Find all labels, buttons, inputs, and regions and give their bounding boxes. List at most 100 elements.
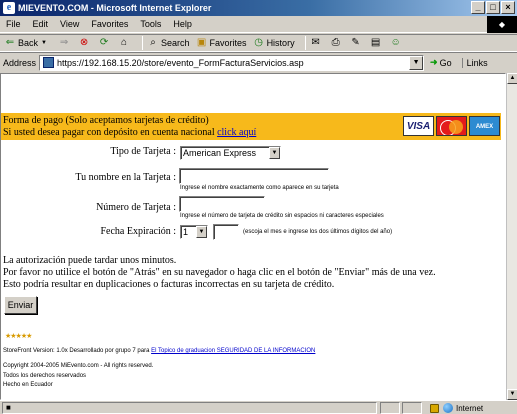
mail-icon: ✉ [311,37,320,48]
back-label: Back [18,38,39,48]
card-type-label: Tipo de Tarjeta : [110,146,176,157]
stop-button[interactable]: ⊗ [78,37,92,49]
back-arrow-icon: ⇐ [5,37,15,48]
favorites-button[interactable]: ▣ Favorites [196,37,247,49]
amex-logo: AMEX [469,116,500,136]
back-button-warning: Por favor no utilice el botón de "Atrás"… [3,267,436,278]
page-icon [43,57,55,68]
favorites-icon: ▣ [196,37,207,48]
made-in-text: Hecho en Ecuador [3,382,53,388]
minimize-button[interactable]: _ [471,1,485,14]
menu-view[interactable]: View [54,19,85,29]
home-button[interactable]: ⌂ [118,37,132,49]
authorization-note: La autorización puede tardar unos minuto… [3,255,177,266]
card-number-hint: Ingrese el número de tarjeta de crédito … [180,213,384,219]
toolbar-separator [142,36,144,50]
address-bar: Address https://192.168.15.20/store/even… [0,52,517,72]
stop-icon: ⊗ [79,37,89,48]
address-url: https://192.168.15.20/store/evento_FormF… [57,57,304,68]
back-button[interactable]: ⇐ Back ▼ [4,37,52,49]
history-label: History [266,38,295,48]
status-cell [402,402,422,414]
scroll-up-icon[interactable]: ▲ [507,73,517,84]
search-icon: ⌕ [150,37,156,48]
go-arrow-icon: ➜ [430,57,438,67]
forward-arrow-icon: ⇒ [59,37,69,48]
vertical-scrollbar[interactable]: ▲ ▼ [506,73,517,400]
page-content: Forma de pago (Solo aceptamos tarjetas d… [0,73,506,400]
refresh-icon: ⟳ [99,37,109,48]
search-button[interactable]: ⌕ Search [147,37,189,49]
discuss-button[interactable]: ▤ [370,37,384,49]
history-icon: ◷ [254,37,263,48]
go-label: Go [439,57,452,68]
visa-logo: VISA [403,116,434,136]
copyright-text: Copyright 2004-2005 MiEvento.com - All r… [3,363,154,369]
toolbar-separator [304,36,306,50]
forward-button[interactable]: ⇒ [58,37,72,49]
internet-globe-icon [443,403,453,413]
page-done-icon: ■ [6,403,11,412]
lock-icon [430,403,439,413]
favorites-label: Favorites [209,38,247,48]
title-bar: e MIEVENTO.COM - Microsoft Internet Expl… [0,0,517,16]
toolbar: ⇐ Back ▼ ⇒ ⊗ ⟳ ⌂ ⌕ Search ▣ Favorites ◷ … [0,34,517,52]
print-icon: ⎙ [331,37,340,48]
expiry-hint: (escoja el mes e ingrese los dos últimos… [243,229,393,235]
scroll-down-icon[interactable]: ▼ [507,389,517,400]
visa-logo-text: VISA [406,121,431,132]
expiry-month-select[interactable]: 1 ▼ [180,225,208,239]
maximize-button[interactable]: □ [486,1,500,14]
card-logos: VISA AMEX [403,116,500,136]
edit-button[interactable]: ✎ [350,37,364,49]
expiry-month-value: 1 [183,227,189,237]
rating-stars: ★★★★★ [5,333,32,340]
rights-text: Todos los derechos reservados [3,373,87,379]
discuss-icon: ▤ [370,37,381,48]
status-bar: ■ Internet [0,400,517,414]
address-dropdown-icon[interactable]: ▼ [409,55,424,70]
duplicate-warning: Esto podría resultar en duplicaciones o … [3,279,335,290]
zone-label: Internet [456,403,484,413]
history-button[interactable]: ◷ History [253,37,295,49]
payment-deposit-line: Si usted desea pagar con depósito en cue… [3,127,256,138]
menu-favorites[interactable]: Favorites [85,19,134,29]
messenger-button[interactable]: ☺ [390,37,404,49]
refresh-button[interactable]: ⟳ [98,37,112,49]
windows-logo-icon: ◆ [487,16,517,33]
expiry-year-input[interactable] [213,224,239,240]
card-type-select[interactable]: American Express ▼ [180,146,281,160]
menu-edit[interactable]: Edit [27,19,55,29]
menu-file[interactable]: File [0,19,27,29]
card-number-input[interactable] [179,196,265,212]
close-button[interactable]: × [501,1,515,14]
ie-logo-icon: e [3,2,15,14]
print-button[interactable]: ⎙ [330,37,344,49]
menu-tools[interactable]: Tools [134,19,167,29]
card-name-hint: Ingrese el nombre exactamente como apare… [180,185,339,191]
mastercard-logo [436,116,467,136]
window-title: MIEVENTO.COM - Microsoft Internet Explor… [18,3,212,13]
mail-button[interactable]: ✉ [310,37,324,49]
address-input[interactable]: https://192.168.15.20/store/evento_FormF… [39,54,425,71]
card-name-input[interactable] [179,168,329,184]
graduation-topic-link[interactable]: El Topico de graduacion SEGURIDAD DE LA … [151,348,315,354]
card-name-label: Tu nombre en la Tarjeta : [75,172,176,183]
payment-title: Forma de pago (Solo aceptamos tarjetas d… [3,115,209,126]
menu-help[interactable]: Help [167,19,198,29]
dropdown-icon: ▼ [41,40,47,46]
links-button[interactable]: Links [461,57,488,68]
go-button[interactable]: ➜ Go [430,57,452,68]
amex-logo-text: AMEX [475,124,494,130]
version-line: StoreFront Version: 1.0x Desarrollado po… [3,348,315,354]
card-number-label: Número de Tarjeta : [96,202,176,213]
expiry-label: Fecha Expiración : [100,226,176,237]
send-button[interactable]: Enviar [4,296,37,314]
card-type-value: American Express [183,148,257,158]
payment-deposit-text: Si usted desea pagar con depósito en cue… [3,127,215,138]
chevron-down-icon: ▼ [196,226,207,238]
deposit-link[interactable]: click aquí [217,127,256,138]
security-zone: Internet [430,402,483,414]
version-text: StoreFront Version: 1.0x Desarrollado po… [3,348,150,354]
address-label: Address [3,57,37,68]
